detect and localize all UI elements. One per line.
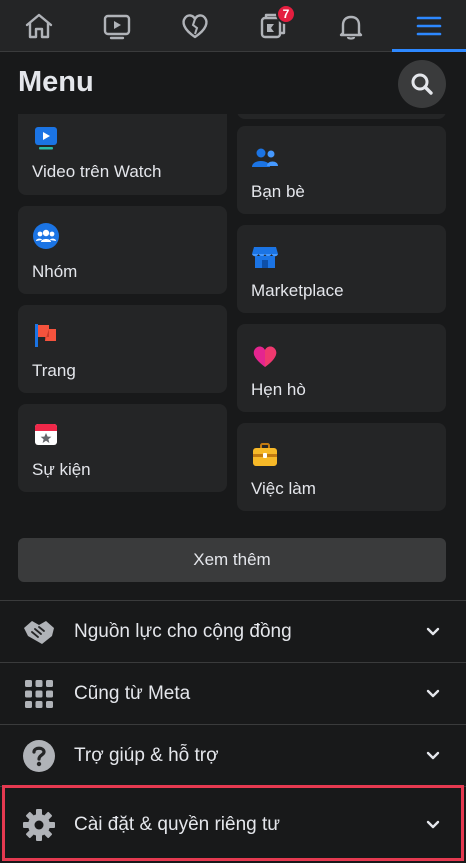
shortcut-pages[interactable]: Trang — [18, 305, 227, 393]
search-icon — [411, 73, 433, 95]
section-also-from-meta[interactable]: Cũng từ Meta — [0, 662, 466, 724]
nav-pages-tab[interactable]: 7 — [234, 0, 312, 52]
nav-menu-tab[interactable] — [390, 0, 466, 52]
page-title: Menu — [18, 66, 94, 98]
home-icon — [25, 13, 53, 39]
heart-icon — [253, 346, 277, 367]
nav-watch-tab[interactable] — [78, 0, 156, 52]
grid-icon — [22, 677, 56, 711]
handshake-icon — [22, 615, 56, 649]
shortcut-label: Việc làm — [251, 479, 316, 498]
dating-icon — [182, 14, 208, 39]
flag-icon — [35, 324, 56, 347]
shortcut-grid: Video trên Watch Nhóm Trang Sự kiện Bạn … — [0, 114, 466, 524]
bell-icon — [339, 15, 363, 40]
section-label: Nguồn lực cho cộng đồng — [74, 620, 292, 642]
shortcut-events[interactable]: Sự kiện — [18, 404, 227, 492]
nav-home-tab[interactable] — [0, 0, 78, 52]
shortcut-label: Bạn bè — [251, 182, 305, 201]
shortcut-label: Sự kiện — [32, 460, 91, 479]
shortcut-card-partial[interactable] — [237, 114, 446, 119]
section-label: Trợ giúp & hỗ trợ — [74, 744, 219, 766]
marketplace-icon — [252, 247, 278, 268]
shortcut-label: Trang — [32, 361, 76, 380]
see-more-button[interactable]: Xem thêm — [18, 538, 446, 582]
shortcut-label: Video trên Watch — [32, 162, 162, 181]
watch-video-icon — [35, 127, 57, 150]
groups-icon — [33, 223, 59, 249]
shortcut-label: Hẹn hò — [251, 380, 306, 399]
chevron-down-icon — [426, 689, 440, 697]
section-community-resources[interactable]: Nguồn lực cho cộng đồng — [0, 600, 466, 662]
highlight-box — [2, 785, 464, 861]
section-help-support[interactable]: Trợ giúp & hỗ trợ — [0, 724, 466, 786]
chevron-down-icon — [426, 627, 440, 635]
section-label: Cũng từ Meta — [74, 682, 191, 704]
shortcut-friends[interactable]: Bạn bè — [237, 126, 446, 214]
chevron-down-icon — [426, 751, 440, 759]
nav-dating-tab[interactable] — [156, 0, 234, 52]
shortcut-dating[interactable]: Hẹn hò — [237, 324, 446, 412]
menu-icon — [416, 16, 442, 36]
help-icon — [22, 739, 56, 773]
friends-icon — [252, 148, 278, 167]
calendar-icon — [35, 424, 57, 445]
shortcut-marketplace[interactable]: Marketplace — [237, 225, 446, 313]
watch-icon — [103, 14, 131, 40]
shortcut-groups[interactable]: Nhóm — [18, 206, 227, 294]
nav-notifications-tab[interactable] — [312, 0, 390, 52]
search-button[interactable] — [398, 60, 446, 108]
shortcut-video-watch[interactable]: Video trên Watch — [18, 114, 227, 195]
shortcut-jobs[interactable]: Việc làm — [237, 423, 446, 511]
notification-badge: 7 — [276, 4, 296, 24]
briefcase-icon — [253, 443, 277, 466]
top-nav-bar: 7 — [0, 0, 466, 52]
shortcut-label: Nhóm — [32, 262, 78, 281]
shortcut-label: Marketplace — [251, 281, 344, 300]
